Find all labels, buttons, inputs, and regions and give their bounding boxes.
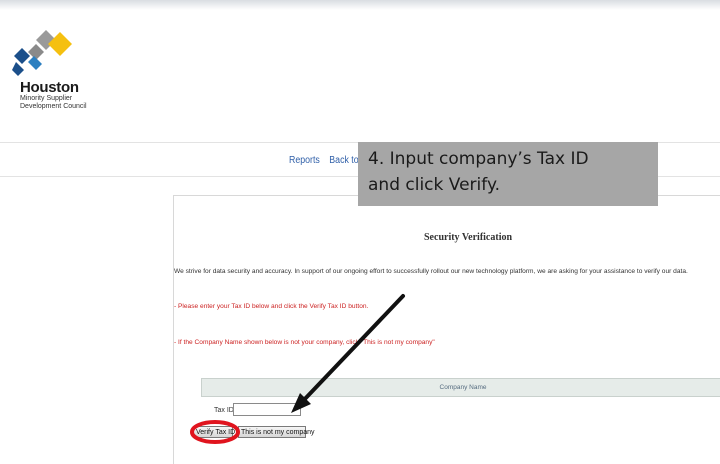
- not-my-company-button[interactable]: This is not my company: [238, 426, 315, 438]
- nav-reports-link[interactable]: Reports: [289, 155, 320, 166]
- instruction-taxid: - Please enter your Tax ID below and cli…: [174, 303, 369, 310]
- callout-line-2: and click Verify.: [368, 175, 500, 195]
- security-title: Security Verification: [424, 232, 513, 243]
- page: Houston Minority Supplier Development Co…: [0, 0, 720, 464]
- logo-text: Houston Minority Supplier Development Co…: [20, 80, 87, 111]
- intro-text: We strive for data security and accuracy…: [174, 268, 688, 275]
- top-shadow: [0, 0, 720, 10]
- callout-line-1: 4. Input company’s Tax ID: [368, 149, 589, 169]
- company-name-header: Company Name: [201, 378, 720, 397]
- verify-taxid-button[interactable]: Verify Tax ID: [193, 426, 235, 438]
- taxid-input[interactable]: [233, 403, 301, 416]
- logo-subtitle-1: Minority Supplier: [20, 95, 73, 102]
- taxid-label: Tax ID: [214, 407, 234, 414]
- logo-name: Houston: [20, 79, 79, 96]
- instruction-callout: 4. Input company’s Tax ID and click Veri…: [358, 142, 658, 206]
- logo-subtitle-2: Development Council: [20, 103, 87, 110]
- instruction-not-company: - If the Company Name shown below is not…: [174, 339, 435, 346]
